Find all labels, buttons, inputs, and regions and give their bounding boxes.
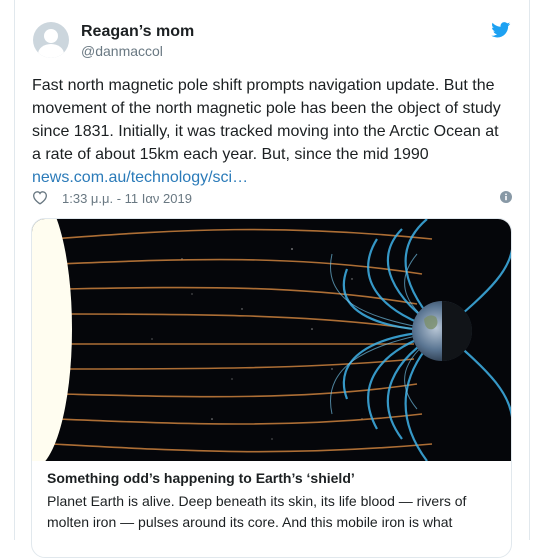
embedded-tweet: Reagan’s mom @danmaccol Fast north magne… [14, 0, 530, 558]
tweet-meta: 1:33 μ.μ. - 11 Ιαν 2019 [32, 190, 512, 208]
twitter-bird-icon[interactable] [491, 22, 511, 38]
tweet-text-line: since 1831. Initially, it was tracked mo… [32, 123, 499, 140]
tweet-link[interactable]: news.com.au/technology/sci… [32, 169, 248, 186]
card-body: Something odd’s happening to Earth’s ‘sh… [32, 461, 511, 533]
user-handle[interactable]: @danmaccol [81, 43, 163, 59]
tweet-text-line: a rate of about 15km each year. But, sin… [32, 146, 429, 163]
info-icon[interactable] [500, 191, 512, 203]
link-card[interactable]: Something odd’s happening to Earth’s ‘sh… [31, 218, 512, 558]
card-description: Planet Earth is alive. Deep beneath its … [47, 491, 499, 533]
default-profile-icon-body [38, 44, 64, 58]
avatar[interactable] [33, 22, 69, 58]
tweet-text-line: movement of the north magnetic pole has … [32, 100, 501, 117]
card-description-line: molten iron — pulses around its core. An… [47, 514, 453, 530]
tweet-text: Fast north magnetic pole shift prompts n… [32, 74, 512, 189]
heart-icon[interactable] [32, 190, 48, 205]
card-image[interactable] [32, 219, 512, 461]
display-name[interactable]: Reagan’s mom [81, 23, 194, 41]
tweet-text-line: Fast north magnetic pole shift prompts n… [32, 77, 495, 94]
card-title[interactable]: Something odd’s happening to Earth’s ‘sh… [47, 469, 499, 488]
default-profile-icon [44, 29, 58, 43]
card-description-line: Planet Earth is alive. Deep beneath its … [47, 493, 467, 509]
tweet-timestamp[interactable]: 1:33 μ.μ. - 11 Ιαν 2019 [62, 191, 192, 206]
